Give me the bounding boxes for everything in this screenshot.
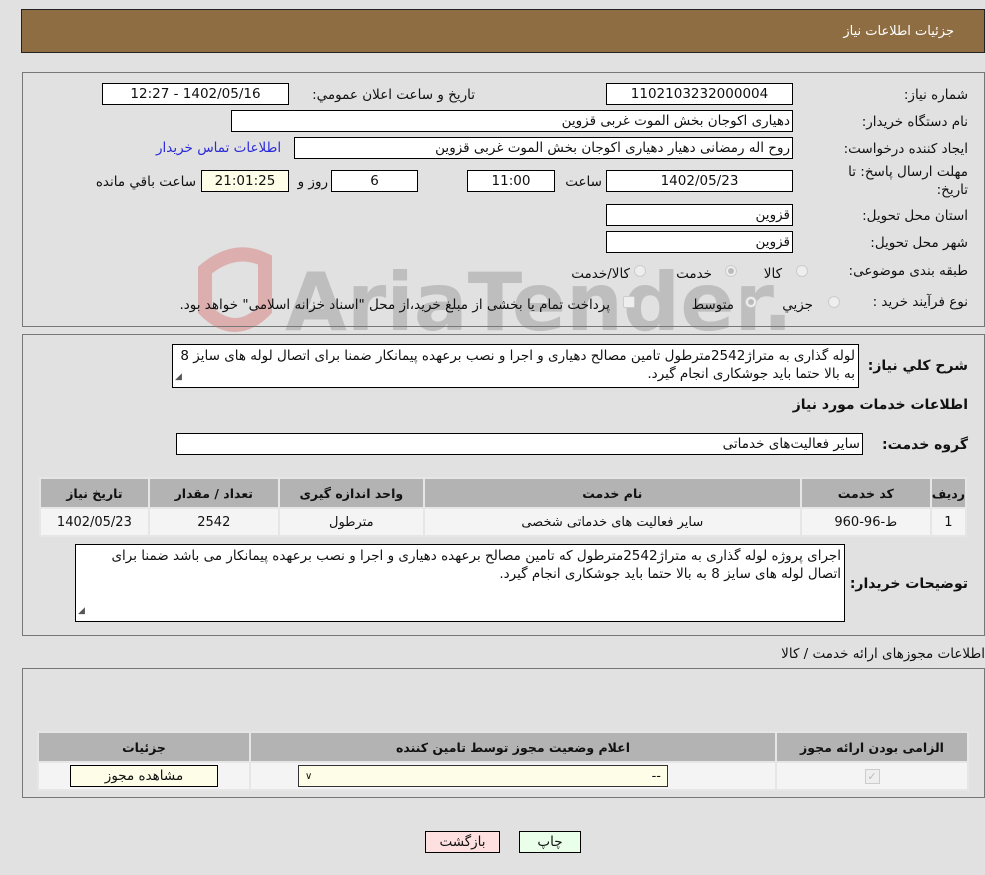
permits-section-title: اطلاعات مجوزهای ارائه خدمت / کالا	[781, 646, 985, 662]
col-quantity: تعداد / مقدار	[147, 477, 280, 509]
col-permit-details: جزئیات	[37, 731, 251, 763]
page-header: جزئیات اطلاعات نیاز	[21, 9, 985, 53]
cell-permit-details: مشاهده مجوز	[37, 761, 251, 791]
category-option-goods: کالا	[763, 266, 782, 282]
cell-service-name: سایر فعالیت های خدماتی شخصی	[422, 507, 802, 537]
permits-table: الزامی بودن ارائه مجوز اعلام وضعیت مجوز …	[37, 731, 969, 791]
category-option-goods-service: کالا/خدمت	[571, 266, 630, 282]
city-field: قزوین	[606, 231, 793, 253]
deadline-time-label: ساعت	[565, 174, 602, 190]
resize-handle-icon[interactable]: ◢	[78, 602, 85, 620]
city-label: شهر محل تحویل:	[870, 235, 968, 251]
category-option-service: خدمت	[676, 266, 712, 282]
deadline-label: مهلت ارسال پاسخ: تا	[848, 164, 968, 180]
cell-permit-required: ✓	[775, 761, 969, 791]
buyer-org-field: دهیاری اکوجان بخش الموت غربی قزوین	[231, 110, 793, 132]
col-service-name: نام خدمت	[422, 477, 802, 509]
purchase-option-minor: جزيي	[782, 297, 813, 313]
view-permit-button[interactable]: مشاهده مجوز	[70, 765, 218, 787]
table-row: ✓ -- ∨ مشاهده مجوز	[37, 761, 969, 791]
announce-datetime-label: تاریخ و ساعت اعلان عمومي:	[312, 87, 475, 103]
permits-table-header: الزامی بودن ارائه مجوز اعلام وضعیت مجوز …	[37, 731, 969, 763]
remaining-days-field: 6	[331, 170, 418, 192]
category-radio-service[interactable]	[725, 265, 737, 277]
col-unit: واحد اندازه گیری	[277, 477, 425, 509]
service-group-field: سایر فعالیت‌های خدماتی	[176, 433, 863, 455]
announce-datetime-field: 1402/05/16 - 12:27	[102, 83, 289, 105]
purchase-radio-medium[interactable]	[745, 296, 757, 308]
remaining-label: ساعت باقي مانده	[95, 174, 196, 190]
services-table: ردیف کد خدمت نام خدمت واحد اندازه گیری ت…	[39, 477, 968, 537]
purchase-option-medium: متوسط	[691, 297, 734, 313]
cell-permit-status: -- ∨	[249, 761, 777, 791]
permit-status-value: --	[651, 768, 661, 784]
description-label: شرح کلي نیاز:	[867, 358, 968, 374]
resize-handle-icon[interactable]: ◢	[175, 368, 182, 386]
requester-label: ایجاد کننده درخواست:	[843, 141, 968, 157]
services-table-header: ردیف کد خدمت نام خدمت واحد اندازه گیری ت…	[39, 477, 968, 509]
cell-need-date: 1402/05/23	[39, 507, 150, 537]
category-label: طبقه بندی موضوعی:	[848, 263, 968, 279]
col-permit-status: اعلام وضعیت مجوز توسط تامین کننده	[249, 731, 777, 763]
purchase-radio-minor[interactable]	[828, 296, 840, 308]
permit-status-select[interactable]: -- ∨	[298, 765, 668, 787]
days-label: روز و	[297, 174, 328, 190]
back-button[interactable]: بازگشت	[425, 831, 500, 853]
cell-row: 1	[929, 507, 968, 537]
service-group-label: گروه خدمت:	[882, 437, 968, 453]
deadline-date-field: 1402/05/23	[606, 170, 793, 192]
need-number-label: شماره نیاز:	[903, 87, 968, 103]
description-textarea[interactable]: لوله گذاری به متراژ2542مترطول تامین مصال…	[172, 344, 859, 388]
remaining-time-field: 21:01:25	[201, 170, 289, 192]
deadline-label-line2: تاریخ:	[936, 182, 968, 198]
purchase-type-label: نوع فرآیند خرید :	[872, 294, 968, 310]
print-button[interactable]: چاپ	[519, 831, 581, 853]
col-row: ردیف	[929, 477, 968, 509]
chevron-down-icon: ∨	[305, 770, 313, 782]
buyer-contact-link[interactable]: اطلاعات تماس خریدار	[156, 140, 281, 156]
category-radio-goods[interactable]	[796, 265, 808, 277]
services-section-title: اطلاعات خدمات مورد نیاز	[792, 397, 968, 413]
description-text: لوله گذاری به متراژ2542مترطول تامین مصال…	[180, 348, 855, 382]
province-label: استان محل تحویل:	[862, 208, 968, 224]
col-service-code: کد خدمت	[799, 477, 932, 509]
buyer-notes-label: توضیحات خریدار:	[849, 576, 968, 592]
col-permit-required: الزامی بودن ارائه مجوز	[775, 731, 969, 763]
buyer-org-label: نام دستگاه خریدار:	[861, 114, 968, 130]
buyer-notes-text: اجرای پروژه لوله گذاری به متراژ2542مترطو…	[111, 548, 841, 582]
province-field: قزوین	[606, 204, 793, 226]
buyer-notes-textarea[interactable]: اجرای پروژه لوله گذاری به متراژ2542مترطو…	[75, 544, 845, 622]
cell-quantity: 2542	[147, 507, 280, 537]
deadline-time-field: 11:00	[467, 170, 555, 192]
need-number-field: 1102103232000004	[606, 83, 793, 105]
cell-service-code: ط-96-960	[799, 507, 932, 537]
category-radio-goods-service[interactable]	[634, 265, 646, 277]
page-title: جزئیات اطلاعات نیاز	[843, 24, 954, 39]
treasury-note: پرداخت تمام یا بخشی از مبلغ خرید،از محل …	[179, 297, 610, 313]
permit-required-checkbox[interactable]: ✓	[864, 768, 880, 784]
cell-unit: مترطول	[277, 507, 425, 537]
treasury-checkbox[interactable]	[623, 296, 635, 308]
requester-field: روح اله رمضانی دهیار دهیاری اکوجان بخش ا…	[294, 137, 793, 159]
table-row: 1 ط-96-960 سایر فعالیت های خدماتی شخصی م…	[39, 507, 968, 537]
col-need-date: تاریخ نیاز	[39, 477, 150, 509]
